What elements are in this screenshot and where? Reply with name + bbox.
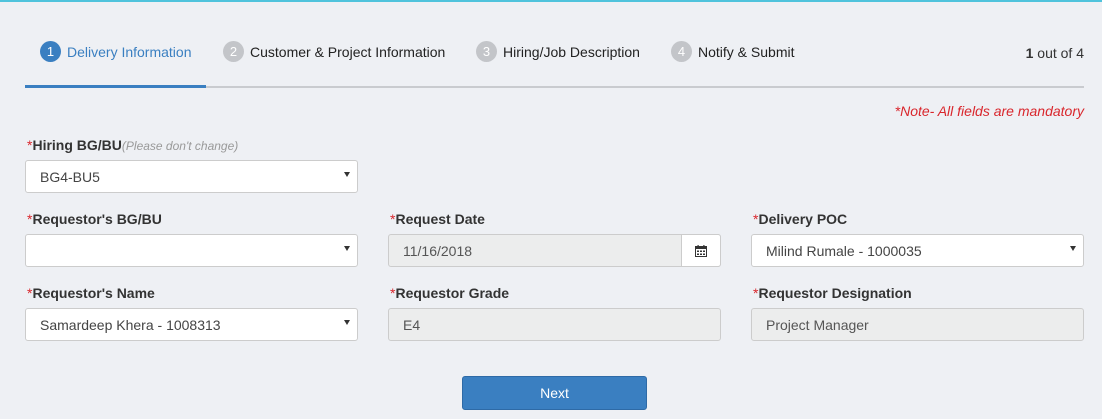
- step-delivery-information[interactable]: 1 Delivery Information: [40, 41, 192, 62]
- calendar-icon: [695, 244, 707, 257]
- step-hiring-job-description[interactable]: 3 Hiring/Job Description: [476, 41, 640, 62]
- step-label: Delivery Information: [67, 43, 192, 60]
- delivery-poc-select[interactable]: Milind Rumale - 1000035: [751, 234, 1084, 267]
- label-text: Requestor Grade: [395, 285, 510, 301]
- select-value: BG4-BU5: [40, 168, 100, 185]
- current-step: 1: [1025, 45, 1034, 61]
- label-hint: (Please don't change): [121, 139, 239, 153]
- requestor-name-select[interactable]: Samardeep Khera - 1008313: [25, 308, 358, 341]
- step-label: Notify & Submit: [698, 43, 795, 60]
- next-button[interactable]: Next: [462, 376, 647, 410]
- label-text: Request Date: [395, 211, 485, 227]
- step-notify-submit[interactable]: 4 Notify & Submit: [671, 41, 794, 62]
- requestor-bgbu-select[interactable]: [25, 234, 358, 267]
- label-text: Hiring BG/BU: [32, 137, 122, 153]
- requestor-grade-input: E4: [388, 308, 721, 341]
- hiring-bgbu-select[interactable]: BG4-BU5: [25, 160, 358, 193]
- hiring-bgbu-label: *Hiring BG/BU(Please don't change): [27, 137, 238, 153]
- requestor-designation-input: Project Manager: [751, 308, 1084, 341]
- label-text: Requestor's Name: [32, 285, 155, 301]
- label-text: Delivery POC: [758, 211, 848, 227]
- caret-down-icon: [344, 320, 350, 325]
- step-total: out of 4: [1037, 45, 1084, 61]
- step-number: 1: [40, 41, 61, 62]
- requestor-grade-label: *Requestor Grade: [390, 285, 509, 301]
- caret-down-icon: [1070, 246, 1076, 251]
- top-accent-line: [0, 0, 1102, 2]
- step-label: Hiring/Job Description: [503, 43, 640, 60]
- label-text: Requestor's BG/BU: [32, 211, 162, 227]
- input-value: E4: [403, 316, 421, 333]
- requestor-designation-label: *Requestor Designation: [753, 285, 912, 301]
- delivery-poc-label: *Delivery POC: [753, 211, 847, 227]
- input-value: Project Manager: [766, 316, 869, 333]
- mandatory-note: *Note- All fields are mandatory: [894, 103, 1084, 119]
- step-number: 3: [476, 41, 497, 62]
- request-date-label: *Request Date: [390, 211, 485, 227]
- request-date-input[interactable]: 11/16/2018: [388, 234, 721, 267]
- requestor-name-label: *Requestor's Name: [27, 285, 155, 301]
- step-number: 2: [223, 41, 244, 62]
- caret-down-icon: [344, 172, 350, 177]
- caret-down-icon: [344, 246, 350, 251]
- step-label: Customer & Project Information: [250, 43, 446, 60]
- select-value: Milind Rumale - 1000035: [766, 242, 922, 259]
- input-value: 11/16/2018: [403, 242, 473, 259]
- wizard-steps: 1 Delivery Information 2 Customer & Proj…: [25, 36, 1084, 88]
- step-number: 4: [671, 41, 692, 62]
- calendar-button[interactable]: [681, 234, 721, 267]
- label-text: Requestor Designation: [758, 285, 912, 301]
- active-step-indicator: [25, 85, 206, 88]
- step-customer-project-information[interactable]: 2 Customer & Project Information: [223, 41, 445, 62]
- step-counter: 1 out of 4: [1026, 45, 1084, 61]
- select-value: Samardeep Khera - 1008313: [40, 316, 221, 333]
- requestor-bgbu-label: *Requestor's BG/BU: [27, 211, 162, 227]
